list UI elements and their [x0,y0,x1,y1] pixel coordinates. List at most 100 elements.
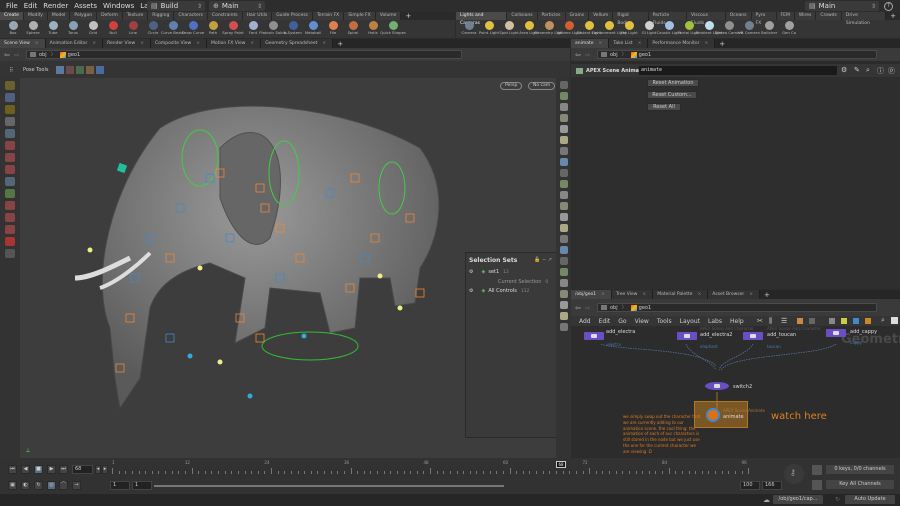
menu-windows[interactable]: Windows [103,2,134,10]
shelf-tab[interactable]: Collisions [507,12,538,20]
pane-tab[interactable]: Material Palette × [653,290,709,299]
shelf-tab[interactable]: Oceans [725,12,752,20]
ghost-icon[interactable] [559,81,568,89]
pane-tab[interactable]: Render View × [103,39,152,48]
playhead-marker[interactable]: 68 [556,461,566,468]
right-desktop-select[interactable]: ▤ Main ⇕ [805,1,879,11]
shelf-tool[interactable]: Torus [63,20,83,35]
play-button[interactable]: ▶ [47,465,56,474]
selection-set-row[interactable]: Current Selection 0 [498,279,548,285]
menu-file[interactable]: File [6,2,18,10]
network-box-icon[interactable] [865,318,871,324]
node-animate[interactable] [706,408,720,422]
control-ring[interactable] [261,331,359,361]
pose-tool-ik-icon[interactable] [86,66,94,74]
shelf-tool[interactable]: Curve Bezier [161,20,185,35]
snapshot-icon[interactable] [559,180,568,188]
shelf-tab[interactable]: Deform [97,12,123,20]
shelf-tab[interactable]: Particles [537,12,566,20]
desktop-select[interactable]: ▤ Build ⇕ [147,1,205,11]
background-image-icon[interactable] [853,318,859,324]
light-icon[interactable] [559,114,568,122]
step-forward-button[interactable]: ▸ [102,465,108,474]
palette-icon[interactable] [797,318,803,324]
reset-animation-button[interactable]: Reset Animation [647,79,699,87]
control-box[interactable] [255,333,265,343]
status-path[interactable]: /obj/geo1/cap... [773,495,823,504]
lock-icon[interactable] [559,103,568,111]
range-start-field[interactable]: 1 [110,481,130,490]
pane-tab[interactable]: Animation Editor × [45,39,104,48]
sticky-note-icon[interactable] [841,318,847,324]
info-icon[interactable]: ⓘ [877,66,884,76]
shelf-tab[interactable]: Grains [565,12,590,20]
visibility-icon[interactable]: ⚙ [469,269,473,275]
selection-set-row[interactable]: ⚙ ◈ set1 12 [469,269,509,275]
close-icon[interactable]: × [642,292,646,297]
gear-icon[interactable]: ⚙ [841,66,847,74]
light-toggle-icon[interactable] [559,147,568,155]
shelf-tool[interactable]: Quick Shapes [380,20,406,35]
arrow-select-icon[interactable] [5,117,15,126]
performance-icon[interactable]: ☁ [763,496,770,504]
render-icon[interactable] [559,290,568,298]
smooth-icon[interactable] [559,158,568,166]
control-point[interactable] [397,305,403,311]
persp-menu[interactable]: Persp [500,82,523,90]
snap-point-icon[interactable] [5,225,15,234]
shelf-tool[interactable]: Box [3,20,23,35]
image-icon[interactable] [829,318,835,324]
node-name-field[interactable]: animate [639,66,837,75]
close-icon[interactable]: × [698,292,702,297]
back-arrow-icon[interactable]: ⇦ [575,51,581,59]
pane-tab[interactable]: Asset Browser × [708,290,761,299]
keys-info-button[interactable]: 0 keys, 0/0 channels [826,465,894,474]
channel-icon[interactable] [812,480,822,490]
grid-icon[interactable] [559,312,568,320]
shelf-tab[interactable]: Lights and Cameras [456,12,508,26]
control-point[interactable] [217,359,223,365]
step-back-button[interactable]: ◂ [95,465,101,474]
shelf-tab[interactable]: Texture [122,12,149,20]
shelf-tool[interactable]: VR Camera [738,20,760,35]
current-frame-field[interactable]: 68 [72,465,93,474]
frame-ruler[interactable]: 1 12 24 36 48 60 72 84 96 [110,458,790,478]
shelf-tab[interactable]: Create [0,12,24,20]
shelf-tool[interactable]: Gen Ca [779,20,799,35]
handle-tool-icon[interactable] [5,105,15,114]
shelf-tool[interactable]: Grid [83,20,103,35]
pane-tab[interactable]: Performance Monitor × [648,39,716,48]
headlight-icon[interactable] [559,136,568,144]
shelf-tab[interactable]: Pyro FX [751,12,777,26]
net-menu-layout[interactable]: Layout [680,318,700,325]
node-add-electra[interactable] [584,332,604,340]
close-icon[interactable]: × [250,41,254,46]
scissors-icon[interactable]: ✂ [757,317,763,325]
shelf-tool[interactable]: Switcher [759,20,779,35]
add-tab-icon[interactable]: + [760,291,774,299]
camera-icon[interactable] [559,169,568,177]
stop-button[interactable]: ■ [34,465,43,474]
range-slider[interactable] [154,485,504,487]
network-select[interactable]: ⊕ Main ⇕ [209,1,265,11]
visible-start-field[interactable]: 1 [132,481,152,490]
shelf-tab[interactable]: Rigid Bodies [613,12,649,26]
ortho-icon[interactable] [559,323,568,331]
shading-icon[interactable] [559,125,568,133]
search-icon[interactable]: ⌕ [881,316,885,325]
close-icon[interactable]: × [601,292,605,297]
select-tool-icon[interactable] [5,81,15,90]
shelf-tab[interactable]: Viscous Fluids [686,12,726,26]
net-menu-edit[interactable]: Edit [599,318,611,325]
shelf-tab[interactable]: Drive Simulation [841,12,887,26]
forward-arrow-icon[interactable]: ⇨ [14,51,20,59]
sound-button[interactable]: → [72,481,81,490]
node-add-toucan[interactable] [743,332,763,340]
menu-edit[interactable]: Edit [24,2,38,10]
net-menu-view[interactable]: View [635,318,649,325]
snap-curve-icon[interactable] [5,213,15,222]
node-add-electra2[interactable] [677,332,697,340]
point-icon[interactable] [559,191,568,199]
control-point[interactable] [197,265,203,271]
range-end-field[interactable]: 100 [740,481,760,490]
